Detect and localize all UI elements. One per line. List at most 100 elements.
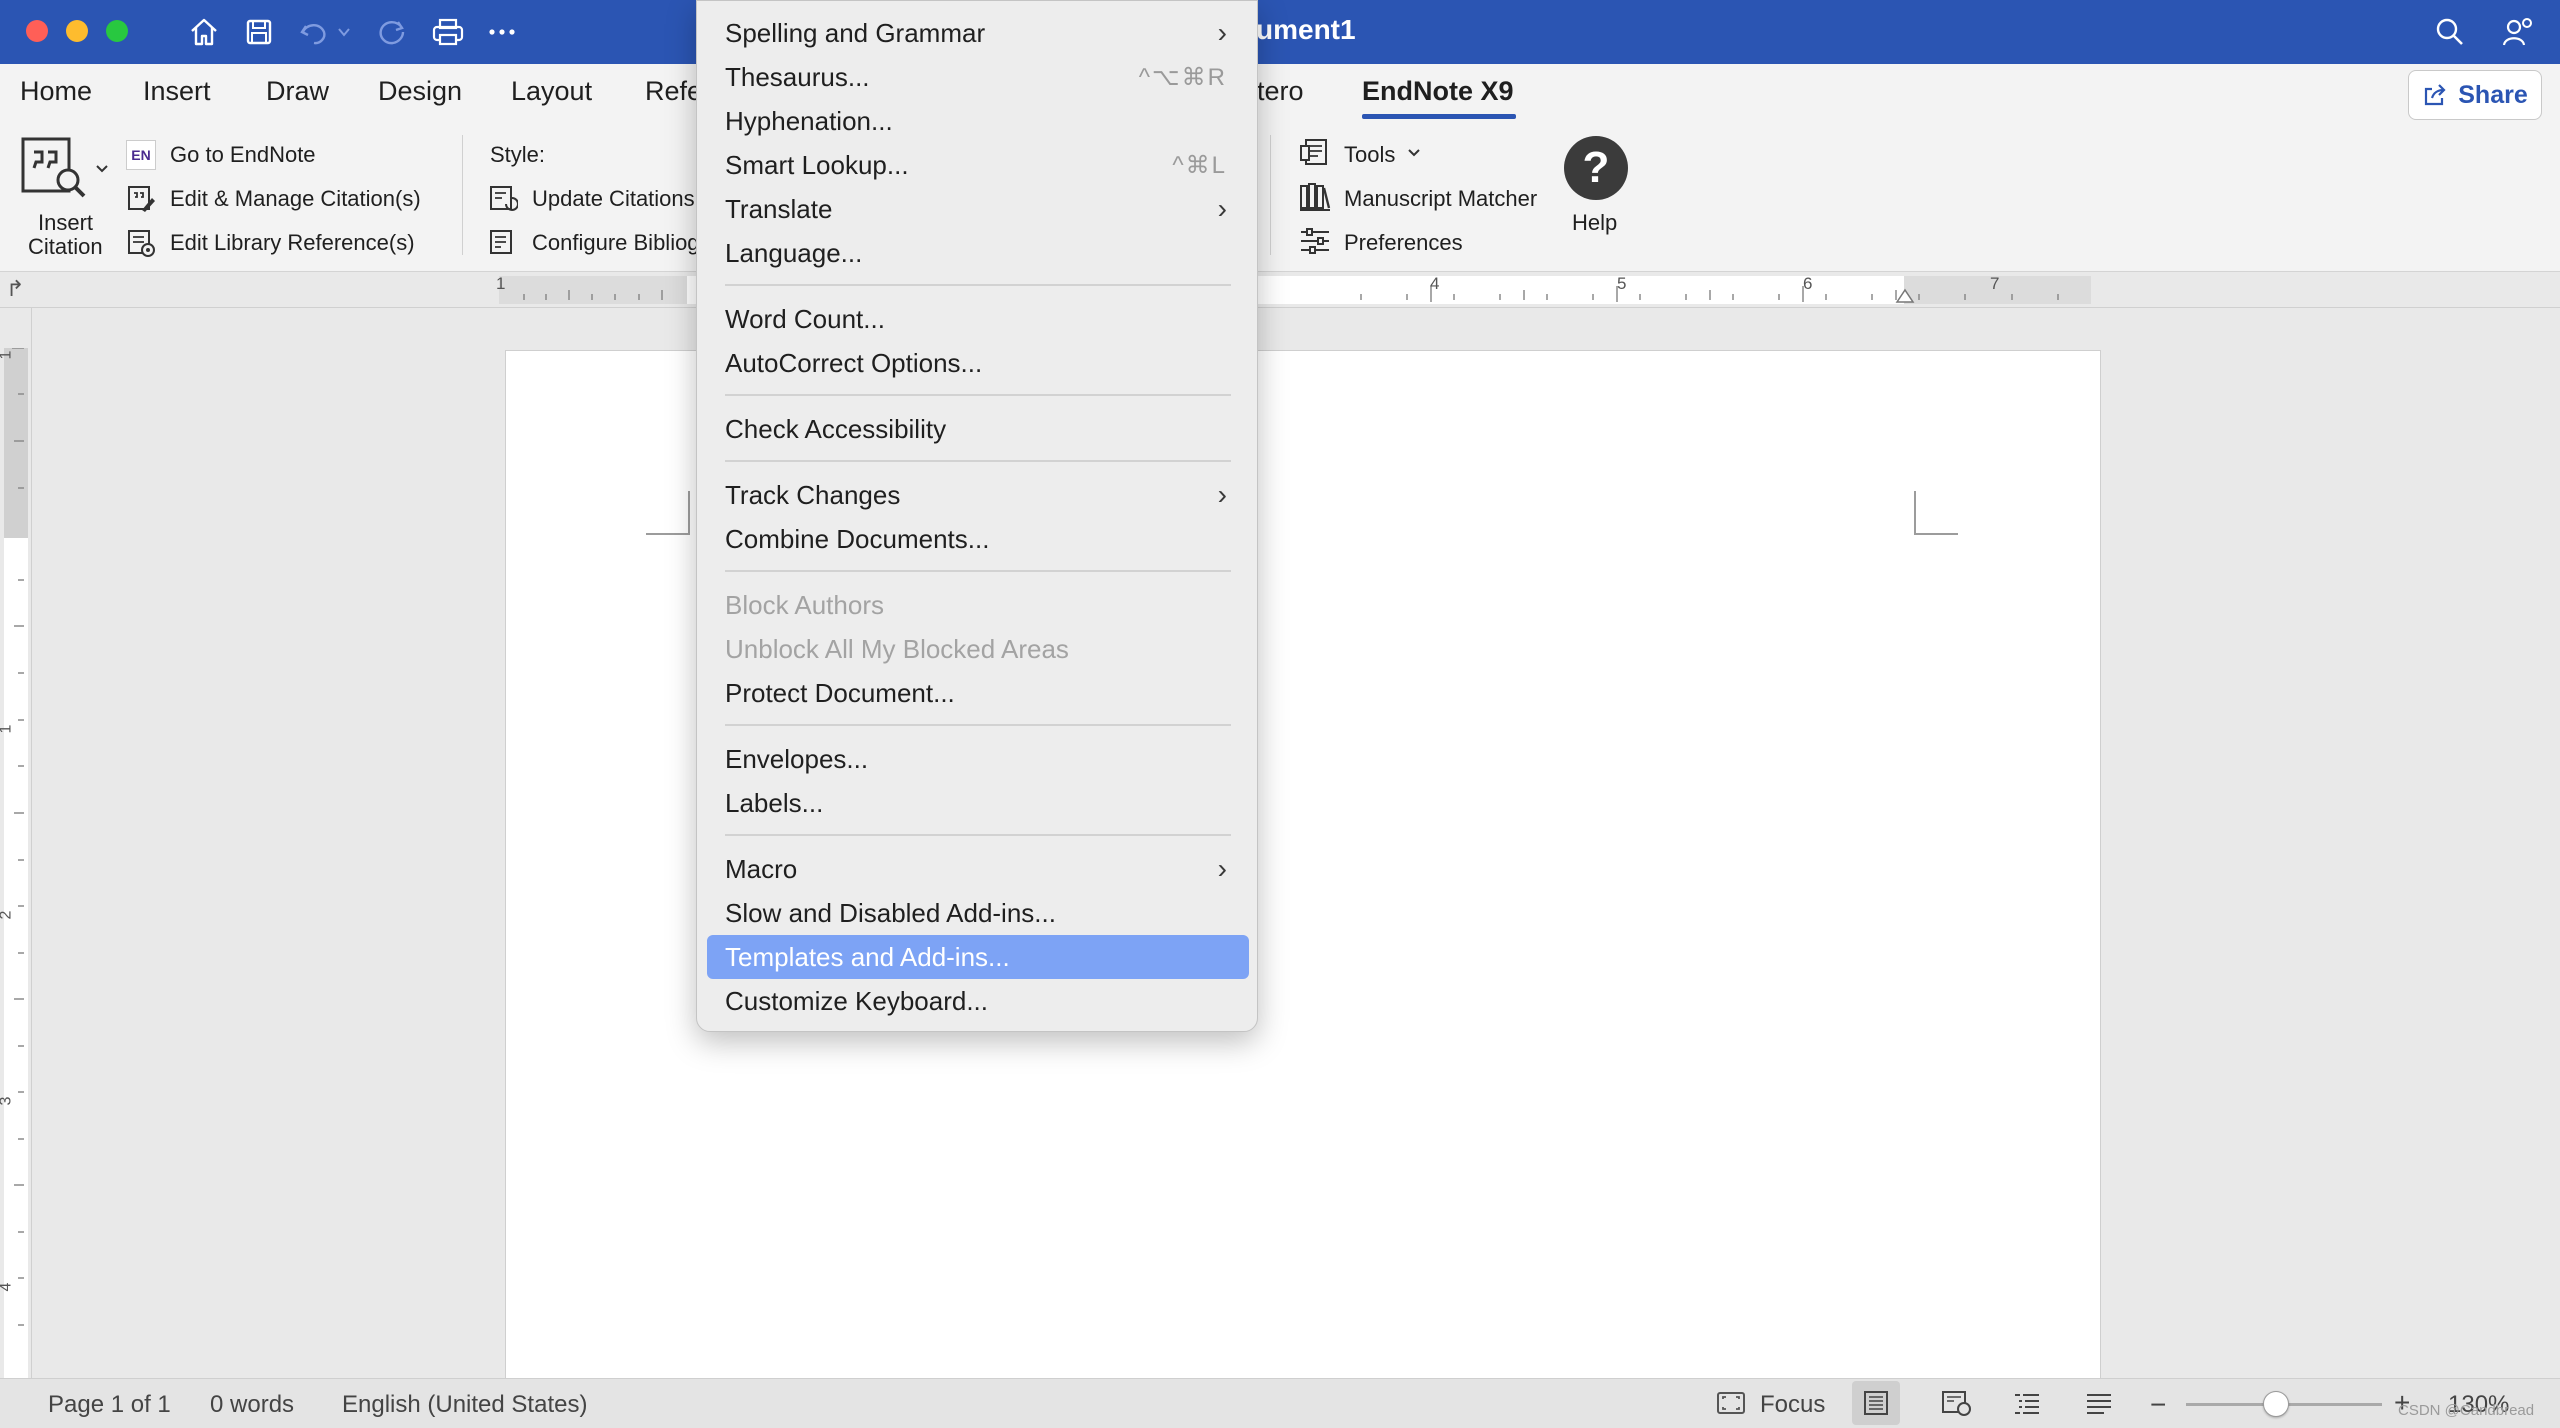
menu-item-label: Unblock All My Blocked Areas <box>725 633 1069 664</box>
tab-layout[interactable]: Layout <box>511 76 592 107</box>
word-count[interactable]: 0 words <box>210 1391 294 1419</box>
tools-menu: Spelling and Grammar › Thesaurus... ^⌥⌘R… <box>696 0 1258 1032</box>
configure-bibliography-button[interactable]: Configure Bibliog <box>532 230 700 256</box>
menu-item-label: Translate <box>725 193 833 224</box>
menu-item-customize-keyboard[interactable]: Customize Keyboard... <box>725 979 1245 1023</box>
menu-item-label: Protect Document... <box>725 677 955 708</box>
ruler-number: 1 <box>496 274 506 293</box>
menu-item-language[interactable]: Language... <box>725 231 1245 275</box>
edit-citation-icon <box>126 184 156 219</box>
share-button[interactable]: Share <box>2408 70 2542 120</box>
tab-home[interactable]: Home <box>20 76 92 107</box>
print-icon[interactable] <box>430 14 466 50</box>
tab-selector-icon[interactable]: ↱ <box>6 276 24 302</box>
share-icon <box>2425 84 2446 106</box>
menu-item-macro[interactable]: Macro › <box>725 847 1245 891</box>
menu-item-word-count[interactable]: Word Count... <box>725 297 1245 341</box>
margin-corner-right <box>1914 491 1958 535</box>
manuscript-matcher-button[interactable]: Manuscript Matcher <box>1344 186 1537 212</box>
insert-citation-label-1[interactable]: Insert <box>38 210 93 236</box>
title-bar: ument1 <box>0 0 2560 64</box>
menu-item-autocorrect[interactable]: AutoCorrect Options... <box>725 341 1245 385</box>
menu-separator <box>725 570 1231 572</box>
margin-corner-left <box>646 491 690 535</box>
help-button[interactable]: Help <box>1572 210 1617 236</box>
menu-item-spelling-grammar[interactable]: Spelling and Grammar › <box>725 11 1245 55</box>
menu-item-check-accessibility[interactable]: Check Accessibility <box>725 407 1245 451</box>
document-title: ument1 <box>1256 14 1356 45</box>
help-icon[interactable]: ? <box>1564 136 1628 200</box>
save-icon[interactable] <box>241 14 277 50</box>
watermark: CSDN @Candbread <box>2398 1402 2535 1419</box>
menu-item-label: Macro <box>725 853 798 884</box>
menu-item-label: Hyphenation... <box>725 105 893 136</box>
close-window-button[interactable] <box>26 20 48 42</box>
zoom-window-button[interactable] <box>106 20 128 42</box>
menu-item-envelopes[interactable]: Envelopes... <box>725 737 1245 781</box>
ruler-number: 6 <box>1803 274 1813 293</box>
focus-icon[interactable] <box>1716 1391 1746 1420</box>
horizontal-ruler[interactable]: ↱ 1 4 5 6 7 <box>0 272 2560 308</box>
menu-item-label: Customize Keyboard... <box>725 985 989 1016</box>
menu-item-slow-disabled-addins[interactable]: Slow and Disabled Add-ins... <box>725 891 1245 935</box>
go-to-endnote-button[interactable]: Go to EndNote <box>170 142 316 168</box>
preferences-button[interactable]: Preferences <box>1344 230 1463 256</box>
menu-item-combine-documents[interactable]: Combine Documents... <box>725 517 1245 561</box>
ribbon-divider <box>462 135 463 255</box>
tab-draw[interactable]: Draw <box>266 76 329 107</box>
submenu-chevron-icon: › <box>1217 193 1227 224</box>
edit-manage-citations-button[interactable]: Edit & Manage Citation(s) <box>170 186 421 212</box>
style-label: Style: <box>490 142 546 167</box>
web-layout-icon[interactable] <box>1940 1389 1972 1422</box>
menu-item-translate[interactable]: Translate › <box>725 187 1245 231</box>
focus-button[interactable]: Focus <box>1760 1391 1825 1419</box>
edit-library-references-button[interactable]: Edit Library Reference(s) <box>170 230 415 256</box>
tools-button[interactable]: Tools <box>1344 142 1395 168</box>
menu-item-label: Check Accessibility <box>725 413 947 444</box>
menu-item-hyphenation[interactable]: Hyphenation... <box>725 99 1245 143</box>
ruler-number: 4 <box>1430 274 1440 293</box>
undo-icon[interactable] <box>296 14 332 50</box>
home-icon[interactable] <box>186 14 222 50</box>
menu-item-label: Word Count... <box>725 303 885 334</box>
page-count[interactable]: Page 1 of 1 <box>48 1391 171 1419</box>
manuscript-matcher-icon <box>1298 180 1332 219</box>
search-icon[interactable] <box>2432 14 2468 50</box>
insert-citation-dropdown-icon[interactable] <box>94 162 110 180</box>
zoom-slider-thumb[interactable] <box>2263 1391 2290 1417</box>
menu-item-label: Thesaurus... <box>725 61 870 92</box>
insert-citation-icon[interactable] <box>20 136 125 211</box>
vertical-ruler[interactable]: 1 1 2 3 4 <box>0 308 32 1378</box>
redo-icon[interactable] <box>374 14 410 50</box>
undo-dropdown-icon[interactable] <box>334 14 354 50</box>
menu-separator <box>725 724 1231 726</box>
minimize-window-button[interactable] <box>66 20 88 42</box>
update-citations-button[interactable]: Update Citations <box>532 186 695 212</box>
language-status[interactable]: English (United States) <box>342 1391 587 1419</box>
zoom-out-icon[interactable]: − <box>2150 1389 2166 1421</box>
tools-dropdown-icon[interactable] <box>1406 146 1422 164</box>
menu-item-block-authors: Block Authors <box>725 583 1245 627</box>
menu-separator <box>725 834 1231 836</box>
menu-item-thesaurus[interactable]: Thesaurus... ^⌥⌘R <box>725 55 1245 99</box>
account-icon[interactable] <box>2500 14 2536 50</box>
menu-item-label: Templates and Add-ins... <box>725 941 1010 972</box>
menu-item-label: Slow and Disabled Add-ins... <box>725 897 1056 928</box>
tab-endnote[interactable]: EndNote X9 <box>1362 76 1514 107</box>
menu-item-track-changes[interactable]: Track Changes › <box>725 473 1245 517</box>
insert-citation-label-2[interactable]: Citation <box>28 234 103 260</box>
configure-bibliography-icon <box>488 228 518 263</box>
menu-item-label: Language... <box>725 237 863 268</box>
draft-view-icon[interactable] <box>2084 1389 2114 1422</box>
tab-references[interactable]: Refe <box>645 76 702 107</box>
menu-item-labels[interactable]: Labels... <box>725 781 1245 825</box>
vertical-ruler-ticks <box>12 348 24 1326</box>
outline-view-icon[interactable] <box>2012 1389 2042 1422</box>
more-icon[interactable] <box>484 14 520 50</box>
menu-item-protect-document[interactable]: Protect Document... <box>725 671 1245 715</box>
menu-item-templates-addins[interactable]: Templates and Add-ins... <box>707 935 1249 979</box>
menu-item-smart-lookup[interactable]: Smart Lookup... ^⌘L <box>725 143 1245 187</box>
print-layout-icon[interactable] <box>1862 1389 1890 1422</box>
tab-insert[interactable]: Insert <box>143 76 211 107</box>
tab-design[interactable]: Design <box>378 76 462 107</box>
